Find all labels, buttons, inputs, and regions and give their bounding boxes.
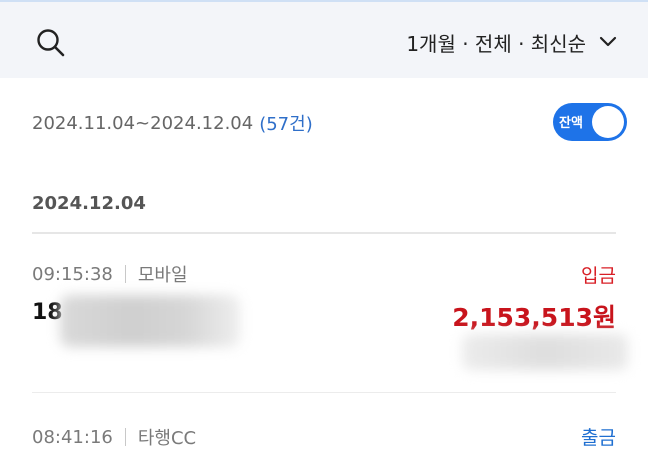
transaction-time: 08:41:16 [32, 426, 113, 448]
transaction-meta: 09:15:38 모바일 [32, 261, 188, 287]
date-range: 2024.11.04~2024.12.04 [32, 112, 254, 134]
transaction-channel: 타행CC [137, 428, 197, 449]
search-button[interactable] [34, 26, 68, 60]
chevron-down-icon [598, 32, 618, 52]
filter-dropdown[interactable]: 1개월 · 전체 · 최신순 [406, 24, 618, 60]
meta-separator [124, 265, 126, 283]
date-range-summary: 2024.11.04~2024.12.04 (57건) [32, 106, 622, 140]
filter-label: 1개월 · 전체 · 최신순 [406, 31, 586, 56]
transaction-name[interactable]: 18 [32, 300, 63, 325]
search-icon [37, 29, 65, 57]
transaction-channel: 모바일 [137, 265, 188, 286]
transaction-type-deposit: 입금 [581, 265, 616, 287]
filter-header: 1개월 · 전체 · 최신순 [0, 2, 648, 78]
transaction-type-withdrawal: 출금 [581, 427, 616, 449]
date-group-divider [32, 232, 616, 234]
redacted-balance [462, 334, 628, 370]
transaction-amount: 2,153,513원 [452, 303, 616, 332]
transaction-meta: 08:41:16 타행CC [32, 424, 196, 450]
balance-toggle-label: 잔액 [559, 116, 583, 131]
meta-separator [124, 428, 126, 446]
row-divider [32, 392, 616, 393]
balance-toggle[interactable]: 잔액 [553, 103, 627, 141]
date-group-header: 2024.12.04 [32, 193, 146, 214]
redacted-name [60, 295, 240, 347]
transaction-count: (57건) [259, 114, 313, 135]
transaction-time: 09:15:38 [32, 263, 113, 285]
toggle-knob [592, 106, 624, 138]
